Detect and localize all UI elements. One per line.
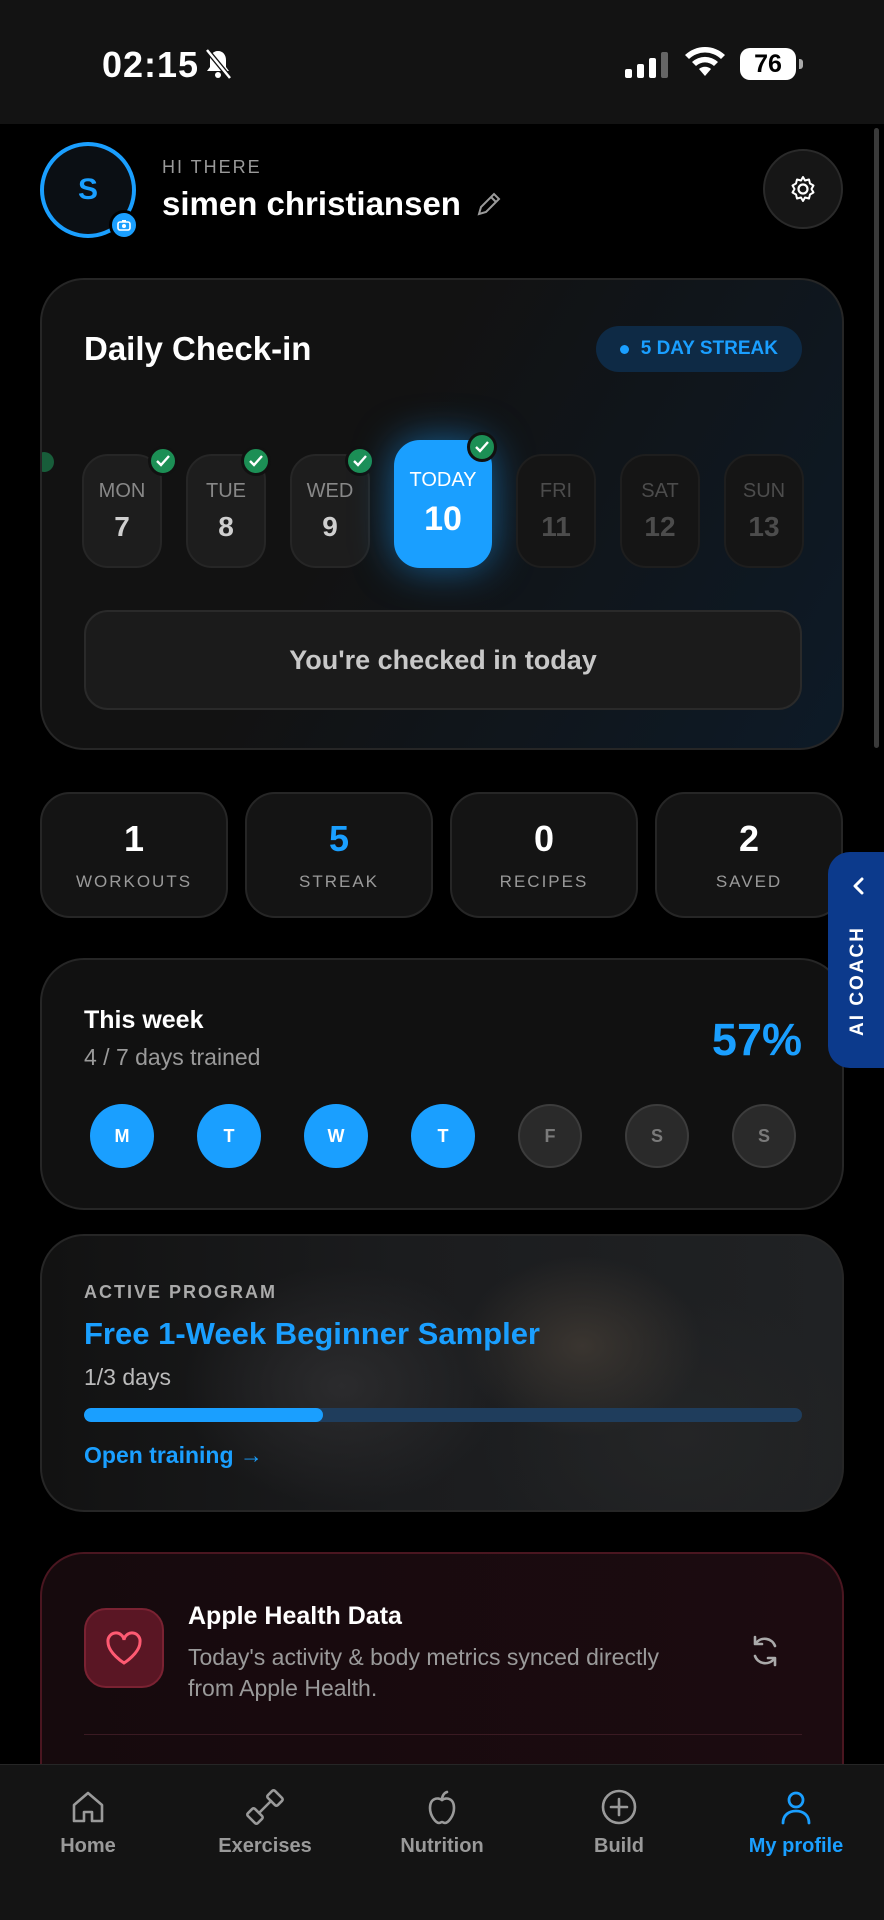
day-name: TODAY (409, 469, 477, 491)
day-number: 13 (748, 510, 780, 542)
plus-circle-icon (601, 1789, 637, 1825)
week-percent: 57% (711, 1014, 802, 1065)
wifi-icon (685, 47, 725, 76)
stat-label: RECIPES (499, 872, 589, 891)
check-icon (148, 446, 178, 476)
this-week-card: This week 4 / 7 days trained 57% M T W T… (40, 958, 844, 1210)
tab-my-profile[interactable]: My profile (731, 1787, 861, 1858)
scrollbar[interactable] (874, 128, 879, 748)
tab-nutrition[interactable]: Nutrition (377, 1787, 507, 1858)
health-description: Today's activity & body metrics synced d… (188, 1644, 659, 1701)
gear-icon (791, 176, 815, 202)
week-title: This week (84, 1006, 204, 1034)
checkin-title: Daily Check-in (84, 330, 312, 367)
greeting-label: HI THERE (162, 157, 262, 177)
tab-label: Build (594, 1835, 644, 1857)
sync-icon[interactable] (748, 1634, 782, 1668)
ai-coach-tab[interactable]: AI COACH (828, 852, 884, 1068)
weekday-dot: T (197, 1104, 261, 1168)
program-progress-bar (84, 1408, 802, 1422)
health-title: Apple Health Data (188, 1602, 402, 1630)
stat-label: SAVED (715, 872, 783, 891)
stat-value: 1 (123, 818, 145, 859)
tab-exercises[interactable]: Exercises (200, 1787, 330, 1858)
user-icon (781, 1791, 811, 1825)
avatar-initial: S (77, 173, 98, 206)
day-number: 11 (541, 510, 571, 542)
day-mon[interactable]: MON 7 (82, 454, 162, 568)
program-title: Free 1-Week Beginner Sampler (84, 1316, 540, 1351)
week-subtitle: 4 / 7 days trained (84, 1044, 261, 1070)
program-label: ACTIVE PROGRAM (84, 1282, 278, 1302)
stat-saved[interactable]: 2 SAVED (655, 792, 843, 918)
day-name: MON (98, 479, 146, 502)
weekday-dot: M (90, 1104, 154, 1168)
check-icon (345, 446, 375, 476)
stat-value: 0 (533, 818, 555, 859)
day-name: SAT (641, 479, 679, 502)
tab-label: Nutrition (400, 1835, 484, 1857)
edit-pencil-icon[interactable] (475, 190, 503, 218)
program-days: 1/3 days (84, 1364, 171, 1390)
program-progress-fill (84, 1408, 324, 1422)
day-fri[interactable]: FRI 11 (516, 454, 596, 568)
tab-build[interactable]: Build (554, 1787, 684, 1858)
stat-value: 2 (738, 818, 760, 859)
bell-muted-icon (205, 48, 232, 80)
weekday-dot: S (732, 1104, 796, 1168)
checked-in-button[interactable]: You're checked in today (84, 610, 802, 710)
day-number: 9 (322, 510, 338, 542)
day-name: SUN (742, 479, 786, 502)
user-name-text: simen christiansen (162, 185, 461, 222)
cellular-signal-icon (625, 52, 668, 78)
stat-label: WORKOUTS (75, 872, 193, 891)
apple-icon (428, 1790, 456, 1825)
settings-button[interactable] (763, 149, 843, 229)
day-sun[interactable]: SUN 13 (724, 454, 804, 568)
camera-icon[interactable] (109, 210, 139, 240)
day-name: WED (306, 479, 354, 502)
check-icon (241, 446, 271, 476)
tab-label: My profile (748, 1835, 844, 1857)
bottom-tab-bar: Home Exercises Nutrition Build My profil… (0, 1764, 884, 1920)
active-program-card[interactable]: ACTIVE PROGRAM Free 1-Week Beginner Samp… (40, 1234, 844, 1512)
tab-label: Home (60, 1835, 116, 1857)
day-name: TUE (206, 479, 246, 502)
day-sat[interactable]: SAT 12 (620, 454, 700, 568)
chevron-left-icon (853, 877, 864, 895)
weekday-dot: T (411, 1104, 475, 1168)
ai-coach-label: AI COACH (847, 926, 868, 1036)
user-name: simen christiansen (162, 185, 503, 223)
stat-streak[interactable]: 5 STREAK (245, 792, 433, 918)
stat-workouts[interactable]: 1 WORKOUTS (40, 792, 228, 918)
divider (84, 1734, 802, 1735)
home-icon (72, 1791, 104, 1823)
weekday-dot: W (304, 1104, 368, 1168)
weekday-dot: F (518, 1104, 582, 1168)
day-number: 12 (644, 510, 676, 542)
day-number: 7 (114, 510, 130, 542)
tab-label: Exercises (218, 1835, 312, 1857)
stat-recipes[interactable]: 0 RECIPES (450, 792, 638, 918)
heart-icon (84, 1608, 164, 1688)
check-icon (467, 432, 497, 462)
day-name: FRI (539, 479, 573, 502)
weekday-dot: S (625, 1104, 689, 1168)
stat-value: 5 (328, 818, 350, 859)
streak-badge: 5 DAY STREAK (595, 326, 802, 372)
dumbbell-icon (246, 1789, 284, 1825)
tab-home[interactable]: Home (23, 1787, 153, 1858)
status-time: 02:15 (102, 44, 200, 85)
previous-day-indicator (42, 452, 54, 472)
daily-checkin-card: Daily Check-in 5 DAY STREAK MON 7 TUE 8 WE… (40, 278, 844, 750)
battery-indicator: 76 (740, 48, 803, 80)
day-number: 10 (424, 500, 462, 538)
streak-badge-text: 5 DAY STREAK (640, 338, 778, 359)
status-bar: 02:15 76 (0, 0, 884, 124)
open-training-link[interactable]: Open training → (84, 1442, 263, 1469)
day-number: 8 (218, 510, 234, 542)
stat-label: STREAK (298, 872, 380, 891)
